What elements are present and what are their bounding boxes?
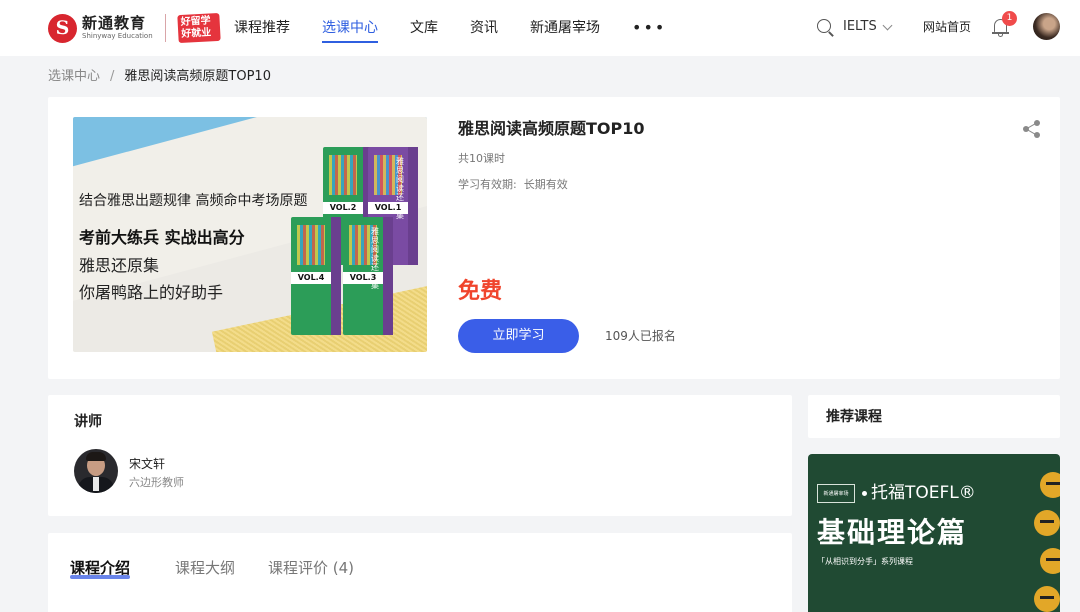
breadcrumb-course-center[interactable]: 选课中心: [48, 68, 100, 86]
site-home-link[interactable]: 网站首页: [923, 17, 971, 37]
teacher-name[interactable]: 宋文轩: [129, 456, 165, 472]
tab-reviews[interactable]: 课程评价 (4): [268, 557, 354, 579]
course-title: 雅思阅读高频原题TOP10: [458, 119, 645, 138]
decor-face-icon: [1034, 586, 1060, 612]
recommended-subtitle: 「从相识到分手」系列课程: [817, 557, 913, 566]
chevron-down-icon: [882, 20, 893, 30]
recommended-subject: 托福TOEFL®: [871, 483, 976, 503]
exam-selector-label: IELTS: [843, 19, 877, 34]
top-navigation-bar: 新通教育 Shinyway Education 好留学 好就业 课程推荐 选课中…: [0, 0, 1080, 56]
share-icon[interactable]: [1023, 120, 1041, 138]
validity-label: 学习有效期:: [458, 178, 517, 191]
search-icon[interactable]: [815, 17, 835, 37]
book-vol3: 雅思阅读还原集 VOL.3: [343, 217, 393, 335]
notification-badge: 1: [1002, 11, 1017, 26]
validity-value: 长期有效: [523, 178, 568, 191]
course-info-card: 结合雅思出题规律 高频命中考场原题 考前大练兵 实战出高分 雅思还原集 你屠鸭路…: [48, 97, 1060, 379]
nav-item-recommended[interactable]: 课程推荐: [234, 0, 290, 56]
brand-name: 新通教育: [82, 14, 147, 32]
banner-series: 雅思还原集: [79, 256, 160, 275]
exam-selector[interactable]: IELTS: [843, 17, 893, 37]
lesson-count: 共10课时: [458, 152, 505, 165]
tab-outline[interactable]: 课程大纲: [175, 557, 235, 579]
breadcrumb: 选课中心 / 雅思阅读高频原题TOP10: [48, 68, 271, 86]
teacher-section-title: 讲师: [74, 414, 102, 430]
recommended-header: 推荐课程: [808, 395, 1060, 438]
decor-face-icon: [1040, 548, 1060, 574]
decor-face-icon: [1040, 472, 1060, 498]
decor-face-icon: [1034, 510, 1060, 536]
site-logo[interactable]: 新通教育 Shinyway Education 好留学 好就业: [48, 12, 221, 44]
breadcrumb-current: 雅思阅读高频原题TOP10: [124, 69, 271, 84]
start-learning-button[interactable]: 立即学习: [458, 319, 579, 353]
nav-item-course-center[interactable]: 选课中心: [322, 0, 378, 56]
more-menu-icon[interactable]: •••: [632, 0, 666, 56]
recommended-course-card[interactable]: 新通屠宰场 托福TOEFL® 基础理论篇 「从相识到分手」系列课程: [808, 454, 1060, 612]
course-tabs: 课程介绍 课程大纲 课程评价 (4): [48, 533, 792, 612]
breadcrumb-separator: /: [110, 69, 115, 84]
main-nav: 课程推荐 选课中心 文库 资讯 新通屠宰场 •••: [234, 0, 666, 56]
brand-name-en: Shinyway Education: [82, 32, 153, 40]
recommended-title: 推荐课程: [826, 409, 882, 425]
tab-introduction[interactable]: 课程介绍: [70, 557, 131, 579]
validity-info: 学习有效期: 长期有效: [458, 177, 568, 193]
banner-headline: 考前大练兵 实战出高分: [79, 228, 245, 247]
nav-item-library[interactable]: 文库: [410, 0, 438, 56]
logo-divider: [164, 14, 166, 42]
teacher-role: 六边形教师: [129, 476, 184, 489]
nav-item-arena[interactable]: 新通屠宰场: [530, 0, 600, 56]
slogan-badge: 好留学 好就业: [176, 12, 221, 44]
recommended-main-title: 基础理论篇: [817, 516, 968, 549]
banner-tagline: 结合雅思出题规律 高频命中考场原题: [79, 193, 308, 209]
course-banner: 结合雅思出题规律 高频命中考场原题 考前大练兵 实战出高分 雅思还原集 你屠鸭路…: [73, 117, 427, 352]
enrolled-count: 109人已报名: [605, 329, 676, 343]
course-price: 免费: [458, 279, 503, 304]
teacher-section: 讲师 宋文轩 六边形教师: [48, 395, 792, 516]
teacher-avatar[interactable]: [74, 449, 118, 493]
recommended-logo: 新通屠宰场: [817, 484, 855, 503]
book-vol4: VOL.4: [291, 217, 341, 335]
banner-slogan: 你屠鸭路上的好助手: [79, 283, 224, 302]
user-avatar[interactable]: [1033, 13, 1060, 40]
brand-logo-icon: [48, 13, 77, 43]
nav-item-news[interactable]: 资讯: [470, 0, 498, 56]
